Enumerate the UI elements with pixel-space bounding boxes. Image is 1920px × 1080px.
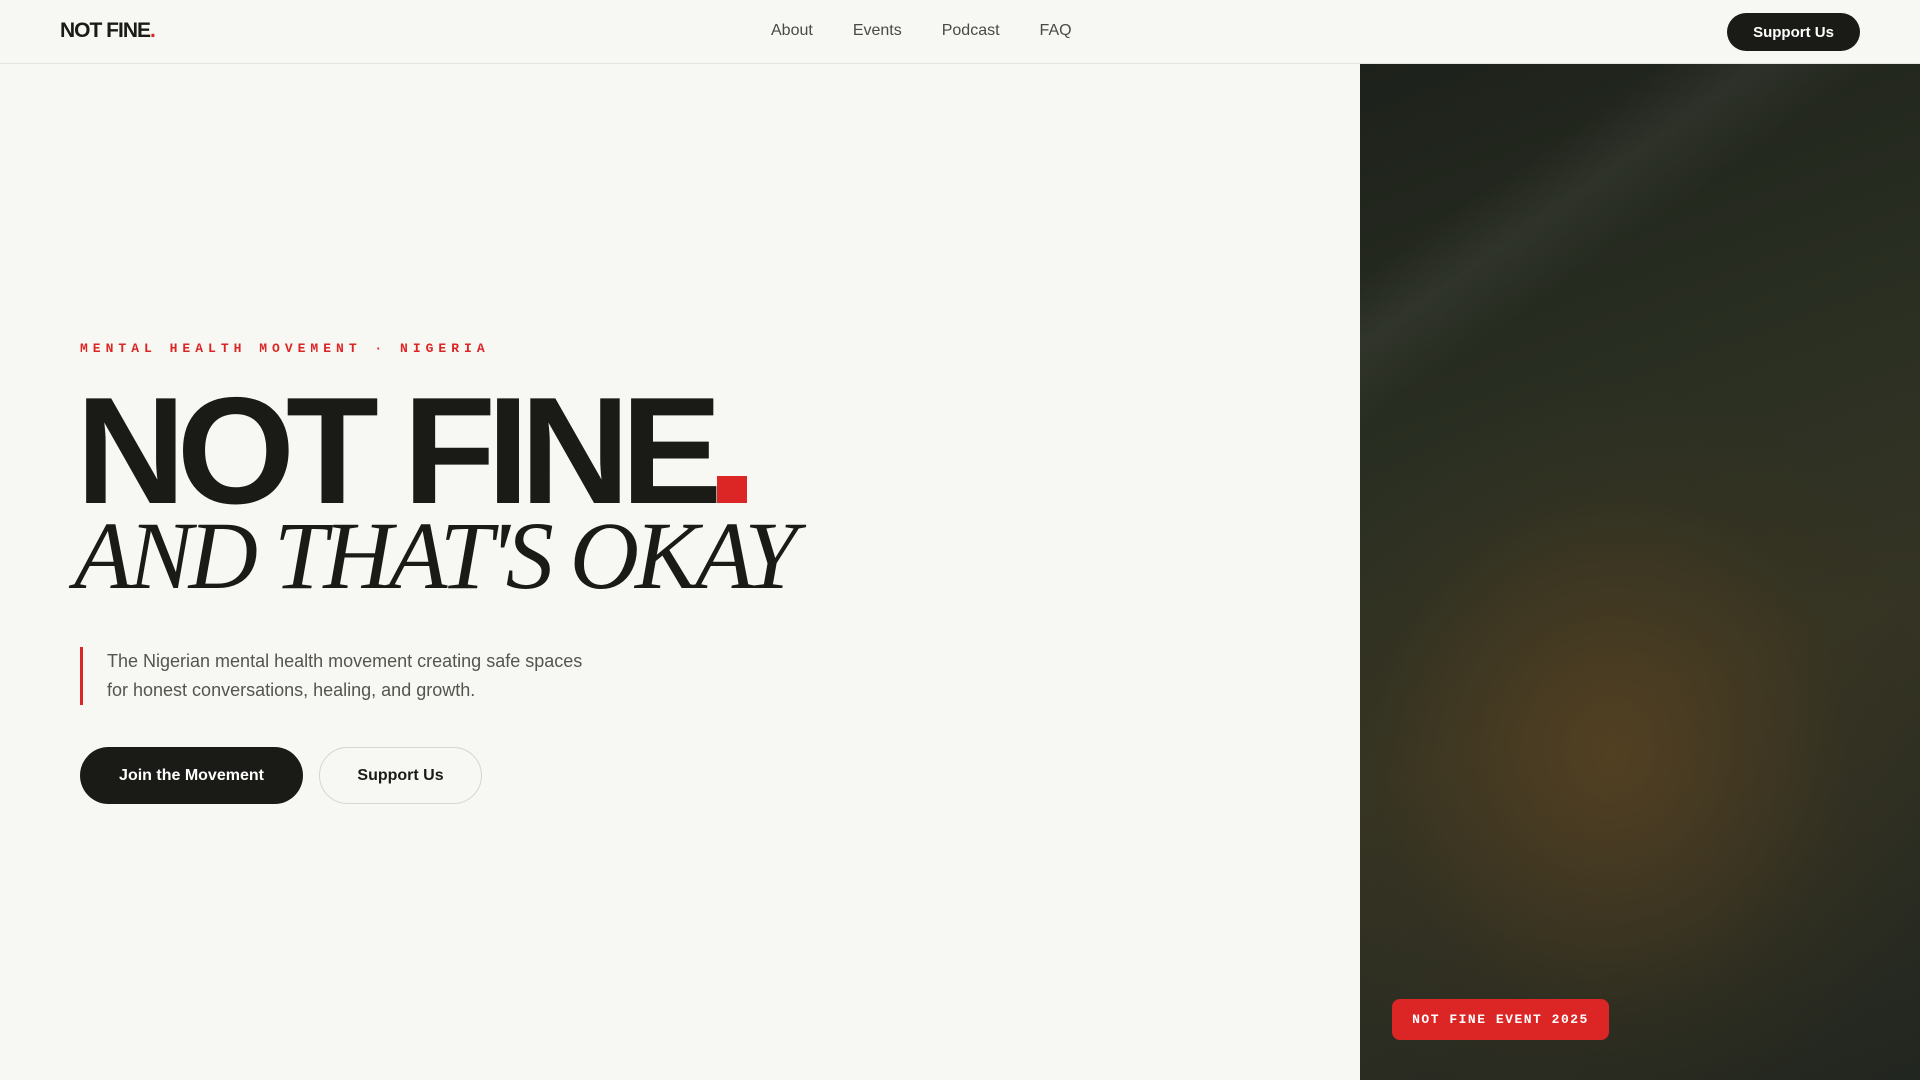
- photo-light-streak: [1360, 64, 1920, 1080]
- nav-link-podcast[interactable]: Podcast: [942, 22, 1000, 40]
- join-movement-button[interactable]: Join the Movement: [80, 747, 303, 804]
- logo[interactable]: NOT FINE.: [60, 19, 156, 43]
- top-navigation: NOT FINE. About Events Podcast FAQ Suppo…: [0, 0, 1920, 64]
- nav-links: About Events Podcast FAQ: [771, 22, 1072, 40]
- hero-subtitle: AND THAT'S OKAY: [74, 502, 798, 609]
- hero-eyebrow: MENTAL HEALTH MOVEMENT · NIGERIA: [80, 341, 490, 356]
- hero-description: The Nigerian mental health movement crea…: [80, 647, 600, 705]
- hero-photo: NOT FINE EVENT 2025: [1360, 64, 1920, 1080]
- logo-dot: .: [150, 19, 156, 42]
- red-square-dot: [717, 476, 748, 503]
- nav-link-faq[interactable]: FAQ: [1040, 22, 1072, 40]
- nav-link-events[interactable]: Events: [853, 22, 902, 40]
- support-us-button[interactable]: Support Us: [319, 747, 482, 804]
- event-badge: NOT FINE EVENT 2025: [1392, 999, 1609, 1040]
- logo-text: NOT FINE: [60, 19, 151, 42]
- nav-link-about[interactable]: About: [771, 22, 813, 40]
- nav-support-button[interactable]: Support Us: [1727, 13, 1860, 51]
